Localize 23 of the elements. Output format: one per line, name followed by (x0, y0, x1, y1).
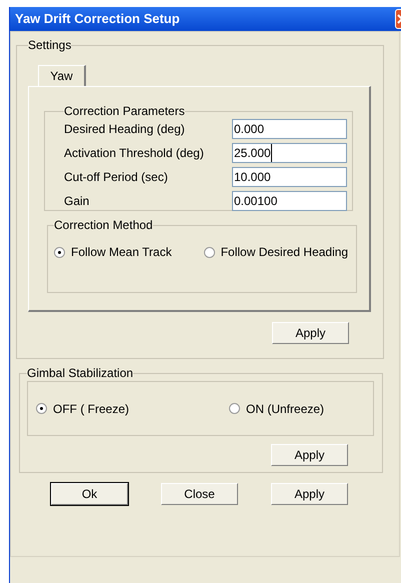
group-title: Gimbal Stabilization (27, 367, 134, 379)
field-label: Gain (64, 193, 90, 210)
dialog-button[interactable]: Apply (272, 322, 349, 344)
field-label: Cut-off Period (sec) (64, 169, 168, 186)
dialog-button[interactable]: Apply (271, 444, 348, 466)
dialog-button[interactable]: Close (161, 483, 238, 505)
group-title: Correction Parameters (64, 105, 185, 117)
radio-option[interactable]: ON (Unfreeze) (229, 400, 324, 418)
radio-option[interactable]: Follow Mean Track (54, 243, 172, 261)
tab[interactable]: Yaw (38, 65, 86, 86)
window-title: Yaw Drift Correction Setup (15, 10, 180, 28)
group-title: Settings (28, 39, 72, 51)
group-title: Correction Method (54, 219, 153, 231)
field-label: Activation Threshold (deg) (64, 145, 204, 162)
input-field[interactable]: 0.00100 (232, 191, 347, 211)
radio-option[interactable]: Follow Desired Heading (204, 243, 348, 261)
input-field[interactable]: 0.000 (232, 119, 347, 139)
field-label: Desired Heading (deg) (64, 121, 185, 138)
radio-option[interactable]: OFF ( Freeze) (36, 400, 130, 418)
input-field[interactable]: 25.000 (232, 143, 347, 163)
dialog-button[interactable]: Apply (271, 483, 348, 505)
input-field[interactable]: 10.000 (232, 167, 347, 187)
dialog-button[interactable]: Ok (51, 483, 128, 505)
